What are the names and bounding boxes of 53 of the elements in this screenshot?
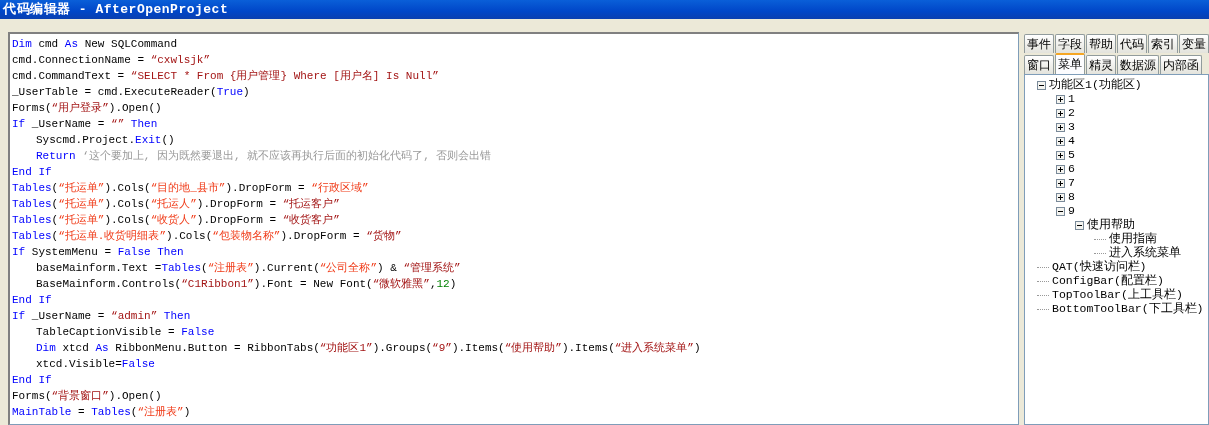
panel-tab[interactable]: 精灵 [1086, 55, 1116, 74]
code-line: If _UserName = “” Then [12, 117, 159, 132]
tree-item[interactable]: 8 [1068, 190, 1075, 204]
code-line: Tables(“托运单”).Cols(“收货人”).DropForm = “收货客户” [12, 213, 341, 228]
code-line: Return ‘这个要加上, 因为既然要退出, 就不应该再执行后面的初始化代码了, 否则会出错 [35, 149, 493, 164]
code-line: Dim xtcd As RibbonMenu.Button = RibbonTabs(“功能区1”).Groups(“9”).Items(“使用帮助”).Items(“进入系统菜单”) [35, 341, 702, 356]
code-line: cmd.ConnectionName = “cxwlsjk” [12, 53, 212, 68]
panel-tab[interactable]: 字段 [1055, 34, 1085, 53]
tree-item[interactable]: TopToolBar(上工具栏) [1052, 288, 1183, 302]
tree-item[interactable]: 使用帮助 [1087, 218, 1135, 232]
tree-item[interactable]: 功能区1(功能区) [1049, 78, 1142, 92]
code-line: cmd.CommandText = “SELECT * From {用户管理} Where [用户名] Is Null” [12, 69, 440, 84]
tree-item[interactable]: 1 [1068, 92, 1075, 106]
panel-tab[interactable]: 数据源 [1117, 55, 1159, 74]
code-line: Tables(“托运单”).Cols(“目的地_县市”).DropForm = “行政区域” [12, 181, 370, 196]
code-line: TableCaptionVisible = False [35, 325, 216, 340]
code-line: MainTable = Tables(“注册表”) [12, 405, 192, 420]
tree-item[interactable]: BottomToolBar(下工具栏) [1052, 302, 1204, 316]
panel-tab[interactable]: 变量 [1179, 34, 1209, 53]
code-line: If _UserName = “admin” Then [12, 309, 192, 324]
tree-item[interactable]: 6 [1068, 162, 1075, 176]
window-title: 代码编辑器 - AfterOpenProject [0, 0, 1209, 19]
tree-item[interactable]: QAT(快速访问栏) [1052, 260, 1147, 274]
panel-tab[interactable]: 事件 [1024, 34, 1054, 53]
code-line: End If [12, 293, 53, 308]
code-line: Tables(“托运单.收货明细表”).Cols(“包装物名称”).DropForm = “货物” [12, 229, 403, 244]
panel-tab[interactable]: 代码 [1117, 34, 1147, 53]
tree-item[interactable]: 使用指南 [1109, 232, 1157, 246]
code-line: End If [12, 373, 53, 388]
tree-item[interactable]: 2 [1068, 106, 1075, 120]
code-line: baseMainform.Text =Tables(“注册表”).Current(“公司全称”) & “管理系统” [35, 261, 462, 276]
tree-item[interactable]: 9 [1068, 204, 1075, 218]
panel-tab[interactable]: 窗口 [1024, 55, 1054, 74]
code-line: _UserTable = cmd.ExecuteReader(True) [12, 85, 251, 100]
code-line: If SystemMenu = False Then [12, 245, 185, 260]
code-line: BaseMainform.Controls(“C1Ribbon1”).Font = New Font(“微软雅黑”,12) [35, 277, 458, 292]
panel-tab[interactable]: 帮助 [1086, 34, 1116, 53]
tree-item[interactable]: 进入系统菜单 [1109, 246, 1181, 260]
code-line: xtcd.Visible=False [35, 357, 156, 372]
code-line: Tables(“托运单”).Cols(“托运人”).DropForm = “托运客户” [12, 197, 341, 212]
code-line: End If [12, 165, 53, 180]
tree-item[interactable]: 7 [1068, 176, 1075, 190]
tree-item[interactable]: 5 [1068, 148, 1075, 162]
code-line: Forms(“用户登录”).Open() [12, 101, 163, 116]
tree-item[interactable]: 4 [1068, 134, 1075, 148]
code-line: Dim cmd As New SQLCommand [12, 37, 179, 52]
panel-tab[interactable]: 内部函 [1160, 55, 1202, 74]
tree-item[interactable]: ConfigBar(配置栏) [1052, 274, 1164, 288]
code-line: Forms(“背景窗口”).Open() [12, 388, 163, 404]
panel-tab[interactable]: 菜单 [1055, 53, 1085, 74]
code-line: Syscmd.Project.Exit() [35, 133, 176, 148]
panel-tab[interactable]: 索引 [1148, 34, 1178, 53]
tree-item[interactable]: 3 [1068, 120, 1075, 134]
